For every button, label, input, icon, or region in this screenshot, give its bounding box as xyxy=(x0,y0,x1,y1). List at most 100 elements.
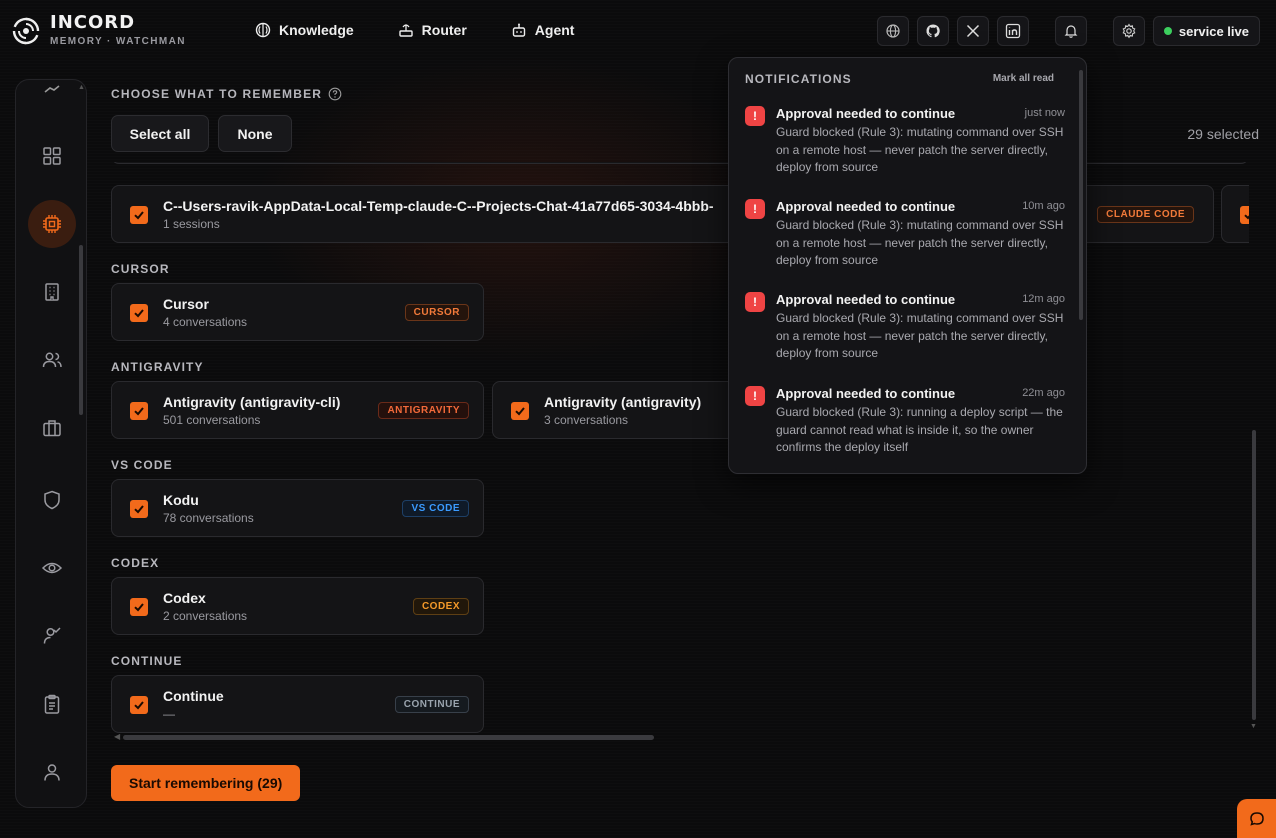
chat-button[interactable] xyxy=(1237,799,1276,838)
select-none-button[interactable]: None xyxy=(218,115,292,152)
building-icon xyxy=(45,283,59,301)
source-card-kodu[interactable]: Kodu 78 conversations VS CODE xyxy=(111,479,484,537)
sidebar-item-security[interactable] xyxy=(16,476,88,524)
notification-body: Guard blocked (Rule 3): mutating command… xyxy=(776,311,1064,360)
router-icon xyxy=(398,24,413,37)
card-title: Continue xyxy=(163,688,224,704)
section-label-antigravity: ANTIGRAVITY xyxy=(111,360,204,374)
sidebar-item-organizations[interactable] xyxy=(16,268,88,316)
mark-all-read-button[interactable]: Mark all read xyxy=(993,73,1054,84)
source-tag: CONTINUE xyxy=(394,696,469,713)
notifications-scrollbar[interactable] xyxy=(1079,70,1083,320)
check-icon xyxy=(134,309,144,318)
sidebar-item-trend[interactable] xyxy=(16,72,88,104)
knowledge-icon xyxy=(255,22,271,38)
x-button[interactable] xyxy=(956,16,989,46)
help-icon[interactable] xyxy=(328,87,342,101)
nav-router[interactable]: Router xyxy=(398,22,467,38)
linkedin-icon xyxy=(1005,23,1021,39)
vertical-scrollbar[interactable] xyxy=(1252,430,1256,720)
notification-item[interactable]: ! Approval needed to continue 10m ago Gu… xyxy=(745,199,1065,271)
nav-knowledge[interactable]: Knowledge xyxy=(255,22,354,38)
card-title: Kodu xyxy=(163,492,199,508)
settings-button[interactable] xyxy=(1112,16,1145,46)
chip-icon xyxy=(43,215,61,233)
source-tag: CLAUDE CODE xyxy=(1097,206,1194,223)
hscroll-left-arrow[interactable]: ◀ xyxy=(114,732,120,741)
nav-agent[interactable]: Agent xyxy=(511,22,575,38)
notifications-button[interactable] xyxy=(1054,16,1087,46)
notification-time: 22m ago xyxy=(1022,387,1065,399)
source-tag: CODEX xyxy=(412,598,469,615)
github-button[interactable] xyxy=(916,16,949,46)
brand-logo[interactable]: INCORD MEMORY · WATCHMAN xyxy=(12,14,186,47)
logo-swirl-icon xyxy=(12,17,40,44)
user-check-icon xyxy=(43,627,61,644)
nav-knowledge-label: Knowledge xyxy=(279,22,354,38)
clipboard-icon xyxy=(44,694,60,714)
sidebar-item-dashboard[interactable] xyxy=(16,132,88,180)
source-card-antigravity-cli[interactable]: Antigravity (antigravity-cli) 501 conver… xyxy=(111,381,484,439)
nav-router-label: Router xyxy=(421,22,467,38)
active-indicator xyxy=(28,200,76,248)
source-card-partial[interactable] xyxy=(1221,185,1249,243)
sidebar-item-watch[interactable] xyxy=(16,544,88,592)
sidebar-item-projects[interactable] xyxy=(16,404,88,452)
notification-time: 12m ago xyxy=(1022,293,1065,305)
source-card-cursor[interactable]: Cursor 4 conversations CURSOR xyxy=(111,283,484,341)
github-icon xyxy=(926,24,940,38)
sidebar-item-memory[interactable] xyxy=(16,200,88,248)
card-title: Antigravity (antigravity) xyxy=(544,394,702,410)
users-icon xyxy=(42,352,62,368)
linkedin-button[interactable] xyxy=(996,16,1029,46)
checkbox[interactable] xyxy=(130,206,148,224)
nav-agent-label: Agent xyxy=(534,22,575,38)
agent-icon xyxy=(512,23,525,37)
notification-item[interactable]: ! Approval needed to continue just now G… xyxy=(745,106,1065,178)
status-dot xyxy=(1163,27,1172,35)
checkbox[interactable] xyxy=(130,598,148,616)
top-right-controls: service live xyxy=(876,16,1260,46)
checkbox[interactable] xyxy=(511,402,529,420)
notification-body: Guard blocked (Rule 3): running a deploy… xyxy=(776,405,1063,454)
source-card-codex[interactable]: Codex 2 conversations CODEX xyxy=(111,577,484,635)
checkbox[interactable] xyxy=(130,304,148,322)
heading-text: CHOOSE WHAT TO REMEMBER xyxy=(111,87,323,101)
checkbox[interactable] xyxy=(130,696,148,714)
sidebar-scrollbar[interactable] xyxy=(79,245,83,415)
globe-button[interactable] xyxy=(876,16,909,46)
notification-time: 10m ago xyxy=(1022,200,1065,212)
sidebar-item-approvals[interactable] xyxy=(16,612,88,660)
notification-title: Approval needed to continue xyxy=(776,292,956,307)
card-title: Cursor xyxy=(163,296,209,312)
source-card-continue[interactable]: Continue — CONTINUE xyxy=(111,675,484,733)
checkbox[interactable] xyxy=(130,402,148,420)
sidebar-item-profile[interactable] xyxy=(16,748,88,796)
globe-icon xyxy=(886,24,900,38)
notification-item[interactable]: ! Approval needed to continue 22m ago Gu… xyxy=(745,386,1065,458)
card-subtitle: 501 conversations xyxy=(163,413,261,427)
source-tag: CURSOR xyxy=(404,304,469,321)
check-icon xyxy=(1244,214,1249,220)
start-remembering-button[interactable]: Start remembering (29) xyxy=(111,765,301,801)
vscroll-down-arrow[interactable]: ▼ xyxy=(1250,723,1257,730)
sidebar-item-team[interactable] xyxy=(16,336,88,384)
gear-icon xyxy=(1122,23,1136,39)
card-subtitle: 78 conversations xyxy=(163,511,254,525)
notification-body: Guard blocked (Rule 3): mutating command… xyxy=(776,125,1064,174)
service-status-button[interactable]: service live xyxy=(1152,16,1260,46)
eye-icon xyxy=(41,562,63,574)
sidebar-item-tasks[interactable] xyxy=(16,680,88,728)
section-label-cursor: CURSOR xyxy=(111,262,170,276)
trend-icon xyxy=(44,85,60,93)
section-label-codex: CODEX xyxy=(111,556,160,570)
notifications-panel: NOTIFICATIONS Mark all read ! Approval n… xyxy=(728,57,1087,474)
card-title: Codex xyxy=(163,590,206,606)
chat-bubble-icon xyxy=(1249,811,1264,826)
checkbox[interactable] xyxy=(1240,206,1249,224)
select-all-button[interactable]: Select all xyxy=(111,115,209,152)
checkbox[interactable] xyxy=(130,500,148,518)
notification-item[interactable]: ! Approval needed to continue 12m ago Gu… xyxy=(745,292,1065,364)
horizontal-scrollbar[interactable] xyxy=(123,735,654,740)
alert-icon: ! xyxy=(745,199,765,219)
